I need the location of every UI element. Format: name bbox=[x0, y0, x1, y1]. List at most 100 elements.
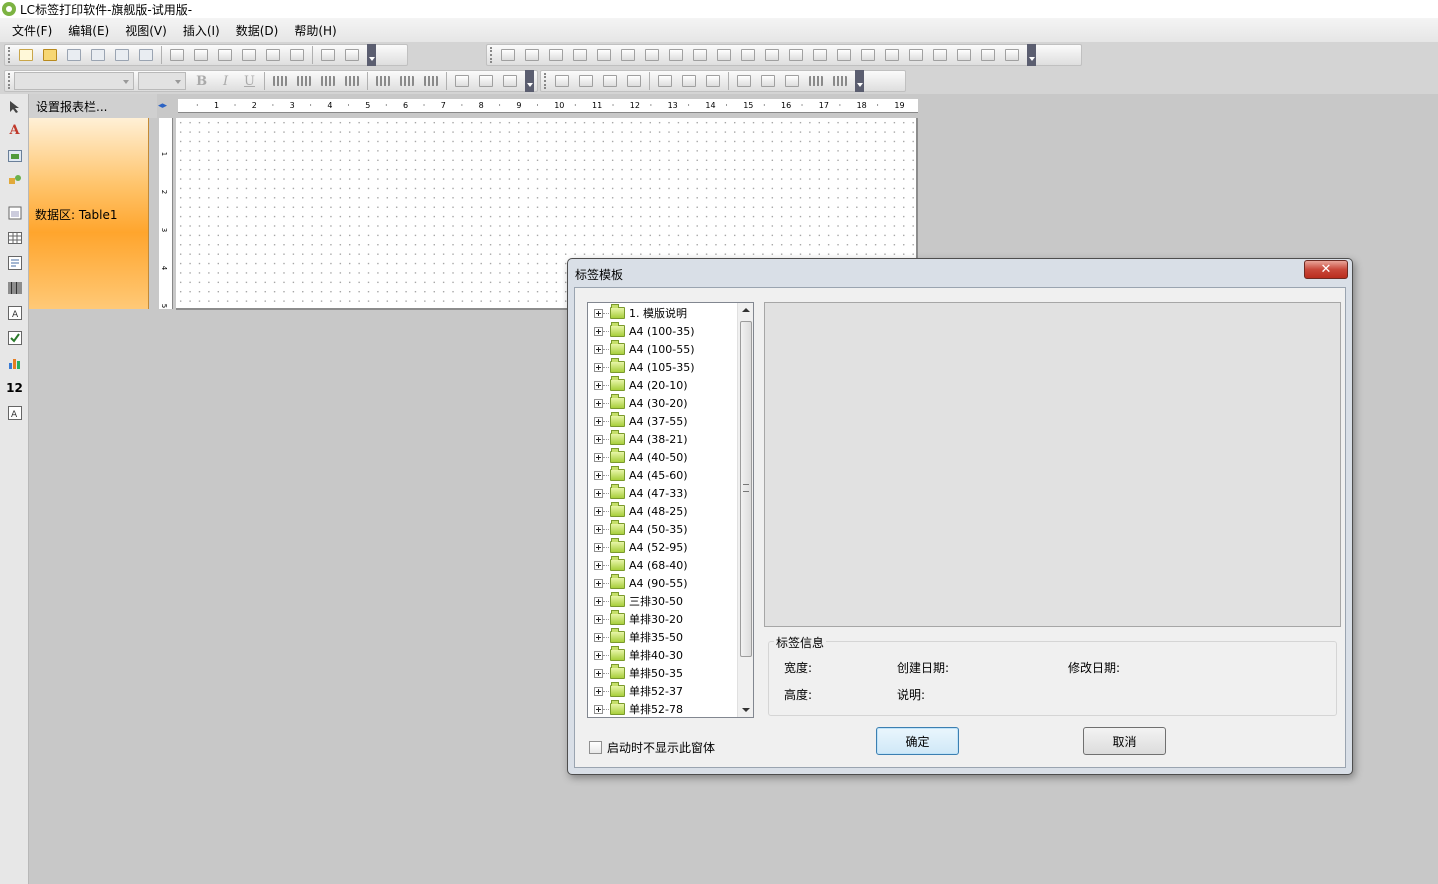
align-top-edges-icon[interactable] bbox=[570, 46, 590, 64]
same-size-icon[interactable] bbox=[714, 46, 734, 64]
tree-item[interactable]: A4 (45-60) bbox=[588, 466, 688, 484]
align-right-edges-icon[interactable] bbox=[546, 46, 566, 64]
menu-insert[interactable]: 插入(I) bbox=[175, 22, 228, 39]
shape-tool-icon[interactable] bbox=[6, 172, 23, 189]
tree-item[interactable]: 单排35-50 bbox=[588, 628, 683, 646]
tree-item[interactable]: A4 (68-40) bbox=[588, 556, 688, 574]
align-to-grid-icon[interactable] bbox=[642, 46, 662, 64]
expand-icon[interactable] bbox=[594, 506, 603, 516]
line-style-icon[interactable] bbox=[830, 72, 850, 90]
print-preview-icon[interactable] bbox=[112, 46, 132, 64]
tree-item[interactable]: A4 (30-20) bbox=[588, 394, 688, 412]
expand-icon[interactable] bbox=[594, 704, 603, 714]
expand-icon[interactable] bbox=[594, 614, 603, 624]
font-size-combo[interactable] bbox=[137, 72, 186, 90]
toolbar-overflow-icon[interactable] bbox=[367, 44, 376, 66]
expand-icon[interactable] bbox=[594, 632, 603, 642]
toolbar-overflow-icon[interactable] bbox=[525, 70, 534, 92]
toolbar-grip[interactable] bbox=[8, 47, 11, 63]
ok-button[interactable]: 确定 bbox=[876, 727, 959, 755]
expand-icon[interactable] bbox=[594, 434, 603, 444]
tree-item[interactable]: A4 (40-50) bbox=[588, 448, 688, 466]
v-spacing-equal-icon[interactable] bbox=[834, 46, 854, 64]
toolbar-overflow-icon[interactable] bbox=[1027, 44, 1036, 66]
copy-icon[interactable] bbox=[191, 46, 211, 64]
same-height-icon[interactable] bbox=[690, 46, 710, 64]
cut-icon[interactable] bbox=[167, 46, 187, 64]
expand-icon[interactable] bbox=[594, 524, 603, 534]
border-right-icon[interactable] bbox=[624, 72, 644, 90]
line-width-icon[interactable] bbox=[806, 72, 826, 90]
toolbar-overflow-icon[interactable] bbox=[855, 70, 864, 92]
print-icon[interactable] bbox=[136, 46, 156, 64]
expand-icon[interactable] bbox=[594, 398, 603, 408]
undo-icon[interactable] bbox=[263, 46, 283, 64]
pointer-icon[interactable] bbox=[6, 98, 23, 115]
expand-icon[interactable] bbox=[594, 344, 603, 354]
tree-item[interactable]: A4 (38-21) bbox=[588, 430, 688, 448]
expand-icon[interactable] bbox=[594, 596, 603, 606]
expand-icon[interactable] bbox=[594, 326, 603, 336]
expand-icon[interactable] bbox=[594, 308, 603, 318]
label-tool-icon[interactable]: A bbox=[6, 304, 23, 321]
tree-item[interactable]: A4 (37-55) bbox=[588, 412, 688, 430]
align-right-icon[interactable] bbox=[318, 72, 338, 90]
fill-color-icon[interactable] bbox=[734, 72, 754, 90]
format-painter-icon[interactable] bbox=[239, 46, 259, 64]
italic-button[interactable]: I bbox=[216, 74, 236, 89]
h-spacing-increase-icon[interactable] bbox=[762, 46, 782, 64]
valign-middle-icon[interactable] bbox=[397, 72, 417, 90]
tree-item[interactable]: 单排52-37 bbox=[588, 682, 683, 700]
textbox-tool-icon[interactable]: A bbox=[6, 404, 23, 421]
subreport-tool-icon[interactable] bbox=[6, 204, 23, 221]
image-tool-icon[interactable] bbox=[6, 147, 23, 164]
tree-item[interactable]: 单排50-35 bbox=[588, 664, 683, 682]
h-spacing-decrease-icon[interactable] bbox=[786, 46, 806, 64]
tree-item[interactable]: A4 (105-35) bbox=[588, 358, 695, 376]
menu-file[interactable]: 文件(F) bbox=[4, 22, 60, 39]
border-bottom-icon[interactable] bbox=[576, 72, 596, 90]
line-color-icon[interactable] bbox=[782, 72, 802, 90]
expand-icon[interactable] bbox=[594, 650, 603, 660]
tree-item[interactable]: A4 (20-10) bbox=[588, 376, 688, 394]
tree-item[interactable]: A4 (52-95) bbox=[588, 538, 688, 556]
group-icon[interactable] bbox=[318, 46, 338, 64]
align-left-icon[interactable] bbox=[270, 72, 290, 90]
border-left-icon[interactable] bbox=[600, 72, 620, 90]
expand-icon[interactable] bbox=[594, 488, 603, 498]
tree-item[interactable]: 三排30-50 bbox=[588, 592, 683, 610]
cancel-button[interactable]: 取消 bbox=[1083, 727, 1166, 755]
tree-item[interactable]: A4 (47-33) bbox=[588, 484, 688, 502]
valign-top-icon[interactable] bbox=[373, 72, 393, 90]
font-name-combo[interactable] bbox=[14, 72, 134, 90]
toolbar-grip[interactable] bbox=[490, 47, 493, 63]
menu-edit[interactable]: 编辑(E) bbox=[60, 22, 117, 39]
align-bottom-edges-icon[interactable] bbox=[618, 46, 638, 64]
close-icon[interactable]: ✕ bbox=[1304, 260, 1348, 279]
scroll-thumb[interactable] bbox=[740, 321, 752, 657]
menu-data[interactable]: 数据(D) bbox=[228, 22, 287, 39]
align-left-edges-icon[interactable] bbox=[498, 46, 518, 64]
tree-item[interactable]: 单排30-20 bbox=[588, 610, 683, 628]
tree-item[interactable]: A4 (48-25) bbox=[588, 502, 688, 520]
tree-item[interactable]: A4 (50-35) bbox=[588, 520, 688, 538]
dont-show-checkbox[interactable]: 启动时不显示此窗体 bbox=[589, 739, 715, 756]
expand-icon[interactable] bbox=[594, 560, 603, 570]
checkbox-tool-icon[interactable] bbox=[6, 329, 23, 346]
align-center-icon[interactable] bbox=[294, 72, 314, 90]
font-color-icon[interactable] bbox=[452, 72, 472, 90]
tree-item[interactable]: A4 (100-55) bbox=[588, 340, 695, 358]
expand-icon[interactable] bbox=[594, 416, 603, 426]
menu-view[interactable]: 视图(V) bbox=[117, 22, 175, 39]
toolbar-grip[interactable] bbox=[8, 73, 11, 89]
checkbox-box[interactable] bbox=[589, 741, 602, 754]
tree-item[interactable]: A4 (90-55) bbox=[588, 574, 688, 592]
v-spacing-decrease-icon[interactable] bbox=[882, 46, 902, 64]
tree-scrollbar[interactable] bbox=[737, 303, 753, 717]
tree-item[interactable]: A4 (100-35) bbox=[588, 322, 695, 340]
expand-icon[interactable] bbox=[594, 362, 603, 372]
expand-icon[interactable] bbox=[594, 542, 603, 552]
expand-icon[interactable] bbox=[594, 380, 603, 390]
align-middles-icon[interactable] bbox=[594, 46, 614, 64]
frame-icon[interactable] bbox=[758, 72, 778, 90]
